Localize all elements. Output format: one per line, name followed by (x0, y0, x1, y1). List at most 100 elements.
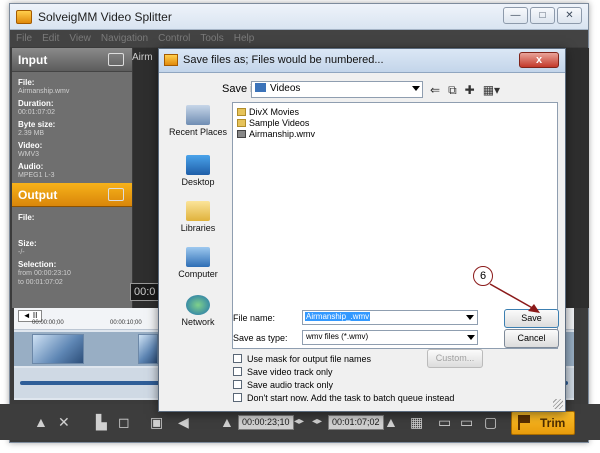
video-file-icon (237, 130, 246, 138)
video-thumbnail (138, 334, 158, 364)
menu-navigation[interactable]: Navigation (101, 33, 148, 44)
place-libraries[interactable]: Libraries (167, 201, 229, 233)
end-time-field[interactable]: 00:01:07;02 (328, 415, 384, 430)
callout-arrow-icon (489, 283, 540, 313)
step-arrows-icon[interactable]: ◂▸ (312, 415, 322, 429)
save-in-dropdown[interactable]: Videos (251, 81, 423, 98)
list-item[interactable]: Sample Videos (237, 118, 309, 128)
minimize-button[interactable]: — (503, 7, 528, 24)
checkbox-box (233, 367, 242, 376)
list-item[interactable]: Airmanship.wmv (237, 129, 315, 139)
comment-icon[interactable]: ◻ (118, 415, 130, 429)
save-as-type-value: wmv files (*.wmv) (306, 332, 369, 341)
up-folder-icon[interactable]: ⧉ (448, 83, 457, 98)
cancel-button[interactable]: Cancel (504, 329, 559, 348)
save-audio-only-checkbox[interactable]: Save audio track only (233, 380, 333, 390)
info-value: Airmanship.wmv (18, 88, 70, 95)
save-video-only-checkbox[interactable]: Save video track only (233, 367, 333, 377)
volume-icon[interactable]: ◀ (178, 415, 189, 429)
custom-button[interactable]: Custom... (427, 349, 483, 368)
thumbs-up-icon[interactable]: ▙ (96, 415, 107, 429)
chevron-down-icon[interactable] (466, 315, 474, 320)
place-network[interactable]: Network (167, 295, 229, 327)
place-label: Computer (178, 269, 218, 279)
menu-help[interactable]: Help (234, 33, 255, 44)
checkbox-box (233, 380, 242, 389)
back-icon[interactable]: ⇐ (430, 83, 440, 98)
view-menu-icon[interactable]: ▦▾ (483, 83, 500, 98)
video-thumbnail (32, 334, 84, 364)
arrow-head (528, 304, 540, 313)
input-info: File: Airmanship.wmv Duration: 00:01:07:… (12, 72, 132, 183)
new-folder-icon[interactable]: ✚ (465, 83, 475, 98)
set-end-icon[interactable]: ▲ (384, 415, 398, 429)
cut-marker-icon[interactable]: ✕ (58, 415, 70, 429)
marker-up-icon[interactable]: ▲ (34, 415, 48, 429)
save-as-type-label: Save as type: (233, 333, 288, 343)
fragment-icon[interactable]: ▦ (410, 415, 423, 429)
set-start-icon[interactable]: ▲ (220, 415, 234, 429)
place-label: Recent Places (168, 127, 228, 137)
menu-bar: File Edit View Navigation Control Tools … (10, 30, 588, 47)
menu-file[interactable]: File (16, 33, 32, 44)
checkbox-label: Use mask for output file names (247, 354, 372, 364)
info-key: Audio: (18, 162, 44, 171)
info-key: Size: (18, 239, 37, 248)
app-titlebar: SolveigMM Video Splitter — □ ✕ (10, 4, 588, 30)
checkbox-box (233, 354, 242, 363)
save-in-value: Videos (270, 83, 301, 94)
input-heading: Input (18, 52, 48, 67)
network-icon (186, 295, 210, 315)
frame-icon[interactable]: ▣ (150, 415, 163, 429)
save-as-type-dropdown[interactable]: wmv files (*.wmv) (302, 330, 478, 345)
place-computer[interactable]: Computer (167, 247, 229, 279)
chevron-down-icon (467, 335, 475, 340)
save-dialog: Save files as; Files would be numbered..… (158, 48, 566, 412)
checkbox-label: Save audio track only (247, 380, 334, 390)
info-value: -/- (18, 249, 25, 256)
split-icon[interactable]: ▭ (438, 415, 451, 429)
dialog-close-button[interactable]: x (519, 52, 559, 68)
export-icon[interactable]: ▢ (484, 415, 497, 429)
start-time-field[interactable]: 00:00:23;10 (238, 415, 294, 430)
output-header: Output (12, 183, 132, 207)
use-mask-checkbox[interactable]: Use mask for output file names (233, 354, 371, 364)
trim-button[interactable]: Trim (511, 411, 575, 435)
split-icon[interactable]: ▭ (460, 415, 473, 429)
list-item[interactable]: DivX Movies (237, 107, 299, 117)
open-folder-icon[interactable] (108, 53, 124, 66)
recent-places-icon (186, 105, 210, 125)
videos-folder-icon (255, 83, 266, 92)
place-desktop[interactable]: Desktop (167, 155, 229, 187)
menu-control[interactable]: Control (158, 33, 190, 44)
place-label: Libraries (180, 223, 216, 233)
file-name: DivX Movies (249, 107, 300, 117)
place-label: Network (181, 317, 215, 327)
app-icon (16, 10, 32, 24)
step-arrows-icon[interactable]: ◂▸ (294, 415, 304, 429)
save-icon[interactable] (108, 188, 124, 201)
input-header: Input (12, 48, 132, 72)
folder-icon (237, 119, 246, 127)
media-info-panel: Input File: Airmanship.wmv Duration: 00:… (12, 48, 132, 308)
place-recent[interactable]: Recent Places (167, 105, 229, 137)
maximize-button[interactable]: □ (530, 7, 555, 24)
info-value: WMV3 (18, 151, 39, 158)
tick-label: 00:00:00;00 (32, 320, 64, 326)
file-name-field[interactable]: Airmanship_.wmv (302, 310, 478, 325)
app-icon (164, 54, 178, 66)
place-label: Desktop (181, 177, 215, 187)
flag-icon (518, 415, 532, 430)
checkbox-label: Save video track only (247, 367, 333, 377)
menu-tools[interactable]: Tools (200, 33, 223, 44)
resize-grip[interactable] (553, 399, 563, 409)
desktop-icon (186, 155, 210, 175)
batch-queue-checkbox[interactable]: Don't start now. Add the task to batch q… (233, 393, 454, 403)
checkbox-box (233, 393, 242, 402)
close-window-button[interactable]: ✕ (557, 7, 582, 24)
info-value: to 00:01:07:02 (18, 279, 63, 286)
places-bar: Recent Places Desktop Libraries Computer… (167, 105, 229, 353)
menu-view[interactable]: View (69, 33, 91, 44)
menu-edit[interactable]: Edit (42, 33, 59, 44)
dialog-titlebar: Save files as; Files would be numbered..… (159, 49, 565, 73)
